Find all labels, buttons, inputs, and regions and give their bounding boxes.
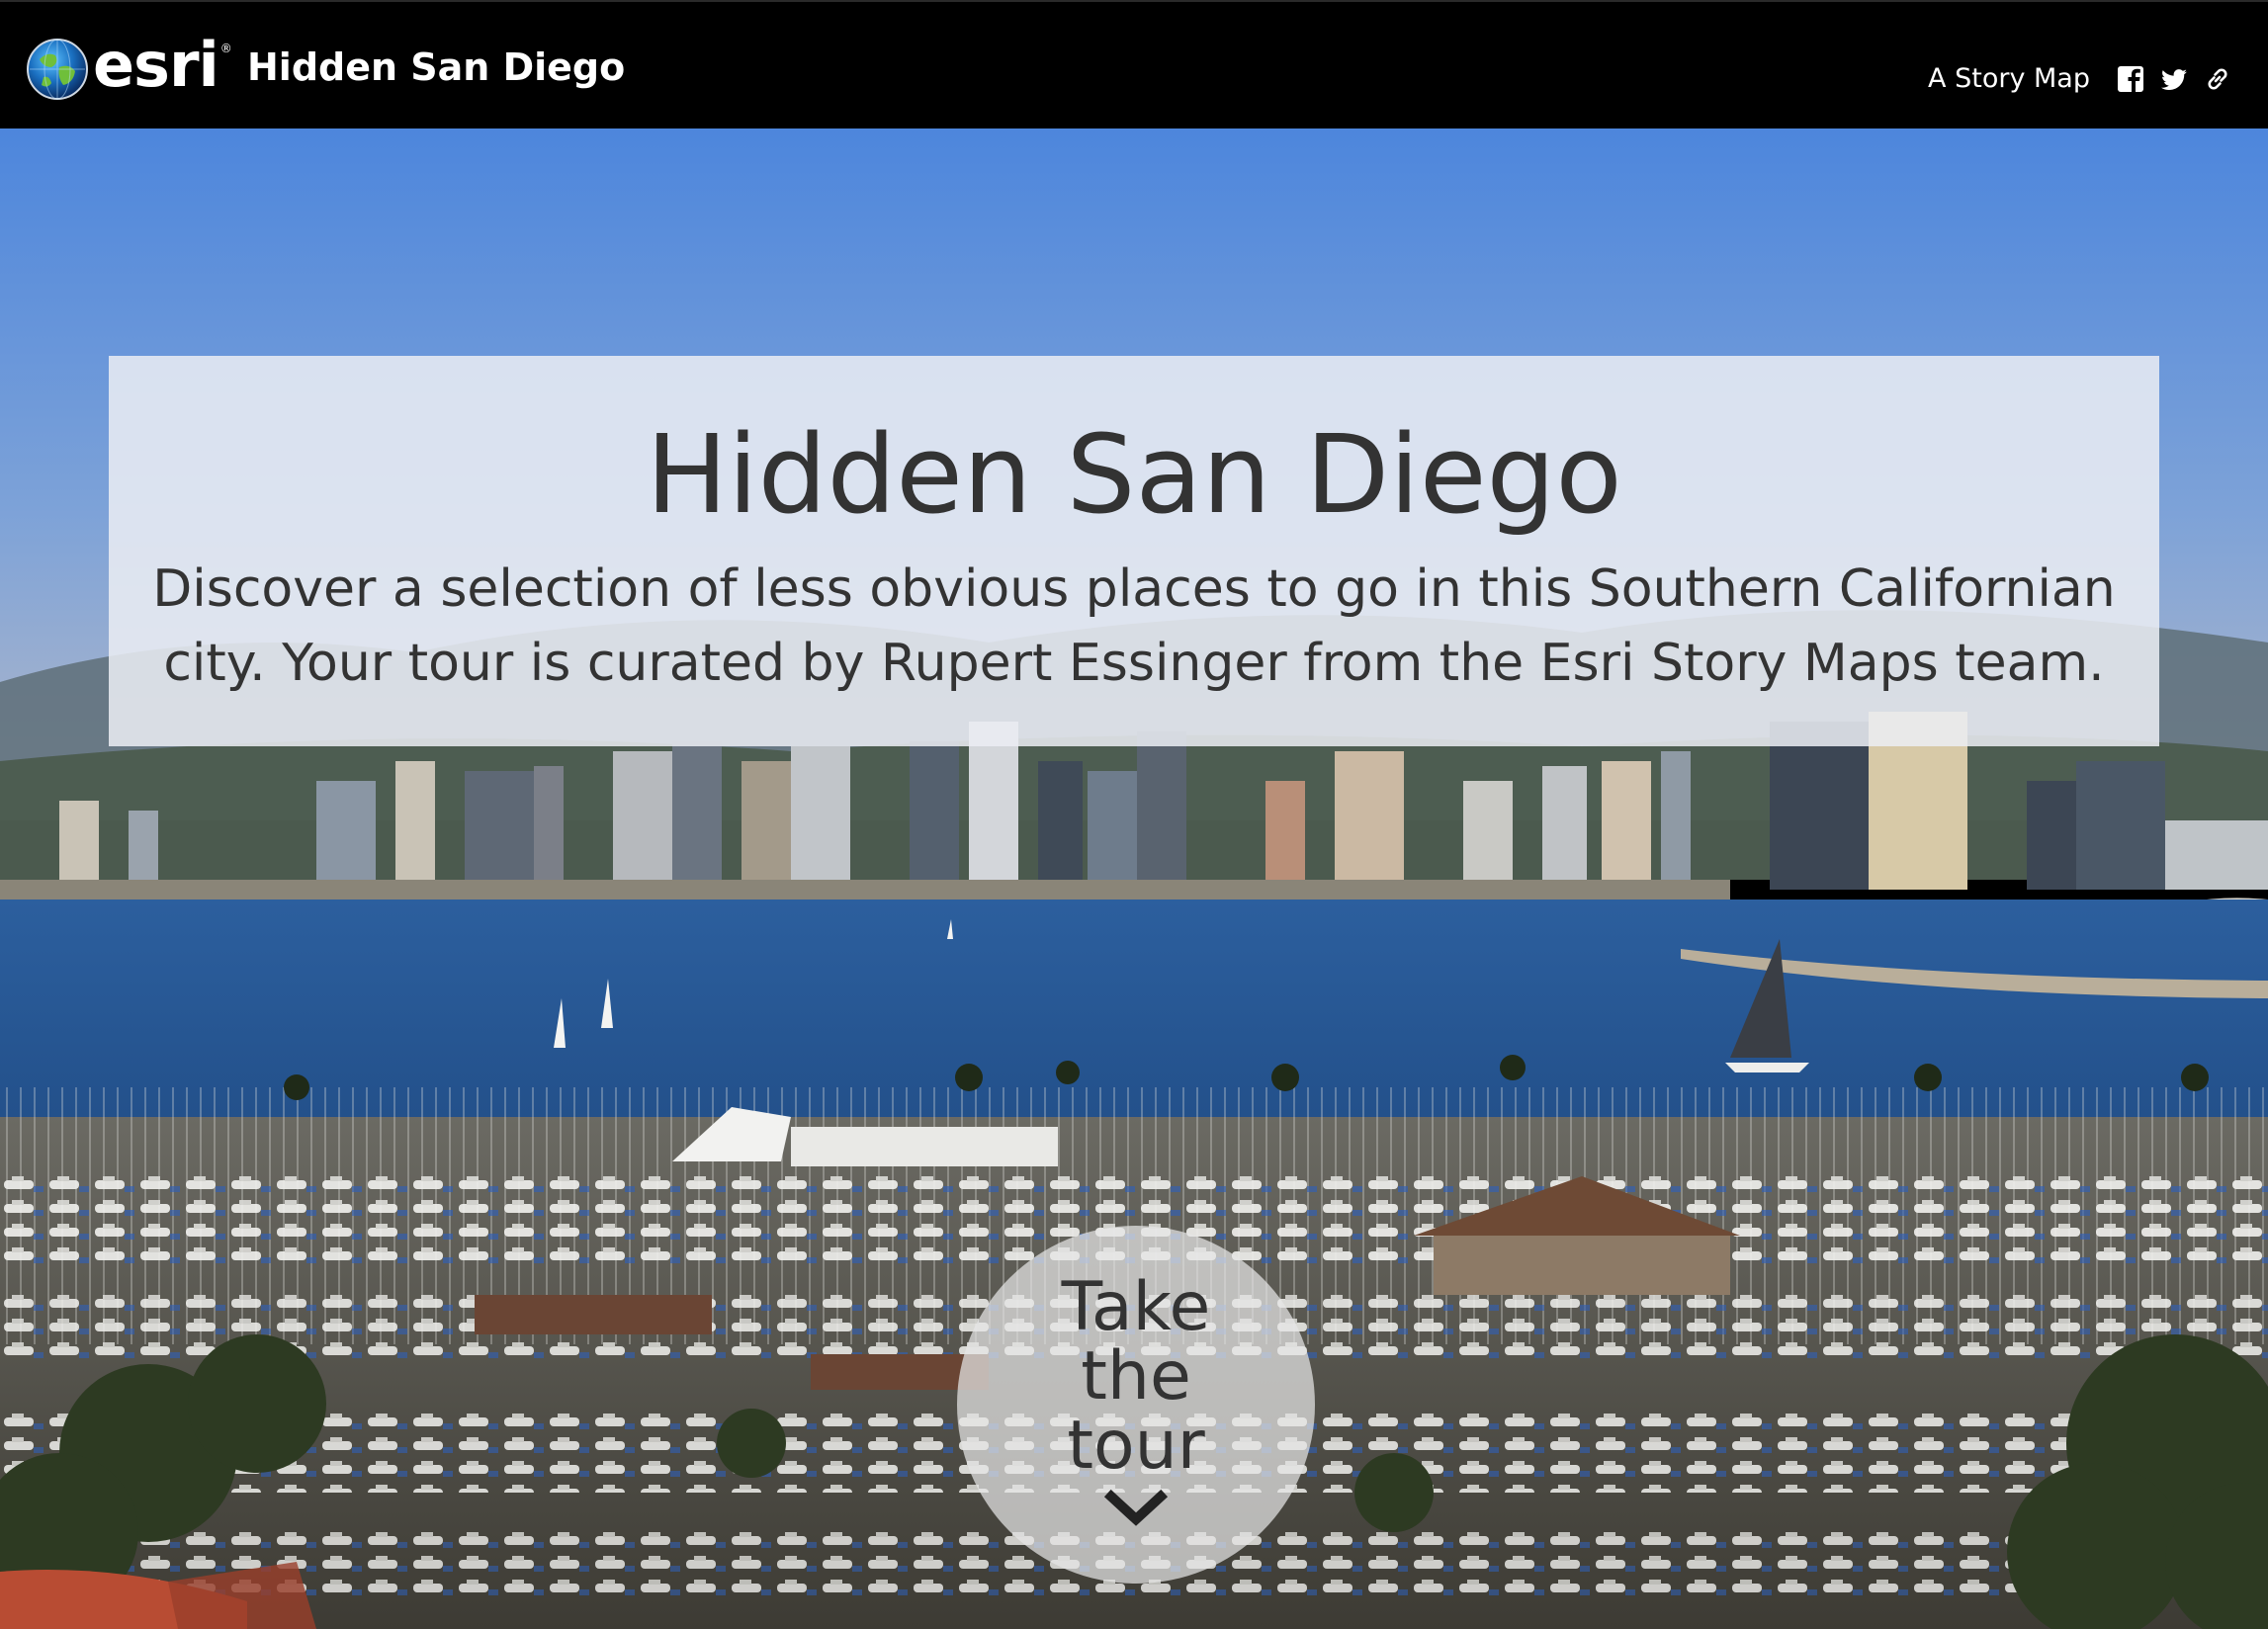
page-subtitle: Discover a selection of less obvious pla… <box>152 559 2116 694</box>
trademark-mark: ® <box>219 42 232 55</box>
page-title: Hidden San Diego <box>646 411 1622 538</box>
esri-wordmark: esri <box>93 29 219 101</box>
header-bar: esri ® Hidden San Diego A Story Map <box>0 0 2268 129</box>
header-share-area: A Story Map <box>1928 63 2232 94</box>
esri-logo[interactable]: esri ® <box>26 32 232 107</box>
twitter-icon[interactable] <box>2159 64 2189 94</box>
globe-icon <box>27 39 88 100</box>
link-icon[interactable] <box>2203 64 2232 94</box>
chevron-down-icon <box>1103 1489 1169 1526</box>
hero-title-panel: Hidden San Diego Discover a selection of… <box>109 356 2159 746</box>
take-the-tour-button[interactable]: Take the tour <box>957 1226 1315 1584</box>
story-map-page: esri ® Hidden San Diego A Story Map Hidd… <box>0 0 2268 1629</box>
take-the-tour-label: Take the tour <box>1061 1268 1211 1485</box>
story-map-label[interactable]: A Story Map <box>1928 63 2090 94</box>
header-title: Hidden San Diego <box>247 45 626 89</box>
facebook-icon[interactable] <box>2116 64 2145 94</box>
